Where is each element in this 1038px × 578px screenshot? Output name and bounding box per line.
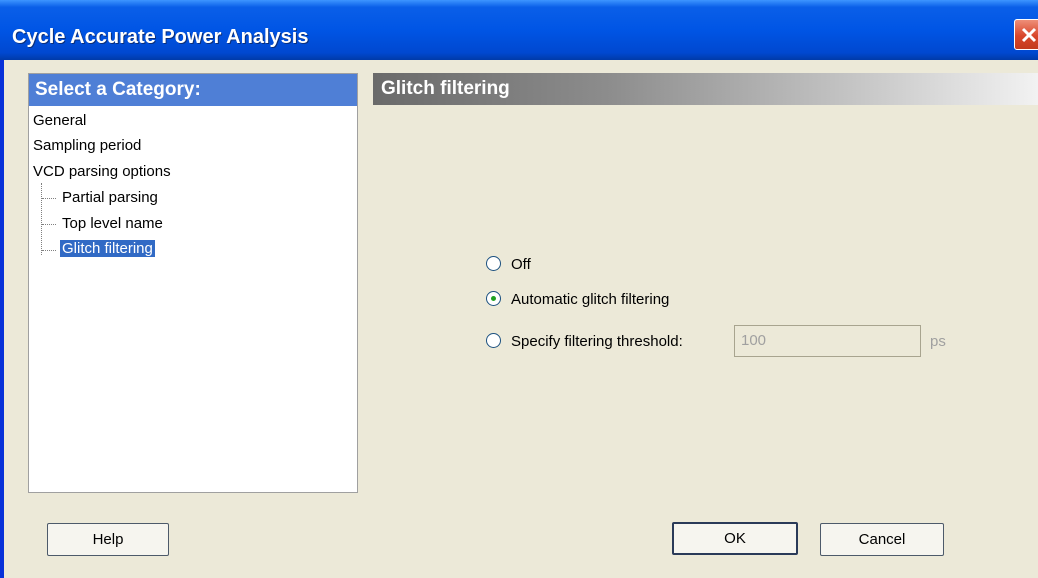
threshold-input[interactable]: 100 <box>734 325 921 357</box>
radio-specify-label[interactable]: Specify filtering threshold: <box>511 333 683 350</box>
radio-off-label[interactable]: Off <box>511 256 531 273</box>
tree-item-general[interactable]: General <box>33 112 86 129</box>
title-bar: Cycle Accurate Power Analysis <box>0 0 1038 60</box>
help-button[interactable]: Help <box>47 523 169 556</box>
tree-item-glitch-filtering[interactable]: Glitch filtering <box>60 240 155 257</box>
radio-automatic-label[interactable]: Automatic glitch filtering <box>511 291 669 308</box>
radio-specify-threshold[interactable] <box>486 333 501 348</box>
tree-connector <box>42 250 56 251</box>
close-icon <box>1021 27 1037 43</box>
tree-item-top-level-name[interactable]: Top level name <box>62 215 163 232</box>
threshold-unit-label: ps <box>930 333 946 350</box>
close-button[interactable] <box>1014 19 1038 50</box>
radio-off[interactable] <box>486 256 501 271</box>
tree-connector <box>42 224 56 225</box>
cancel-button[interactable]: Cancel <box>820 523 944 556</box>
window-frame-left <box>0 60 4 578</box>
tree-connector-vertical <box>41 183 42 255</box>
radio-automatic-glitch-filtering[interactable] <box>486 291 501 306</box>
section-title: Glitch filtering <box>373 73 1038 105</box>
tree-item-partial-parsing[interactable]: Partial parsing <box>62 189 158 206</box>
tree-item-vcd-parsing-options[interactable]: VCD parsing options <box>33 163 171 180</box>
window-title: Cycle Accurate Power Analysis <box>12 26 309 48</box>
category-panel: Select a Category: General Sampling peri… <box>28 73 358 493</box>
ok-button[interactable]: OK <box>672 522 798 555</box>
tree-item-sampling-period[interactable]: Sampling period <box>33 137 141 154</box>
category-header: Select a Category: <box>29 74 357 106</box>
tree-connector <box>42 198 56 199</box>
